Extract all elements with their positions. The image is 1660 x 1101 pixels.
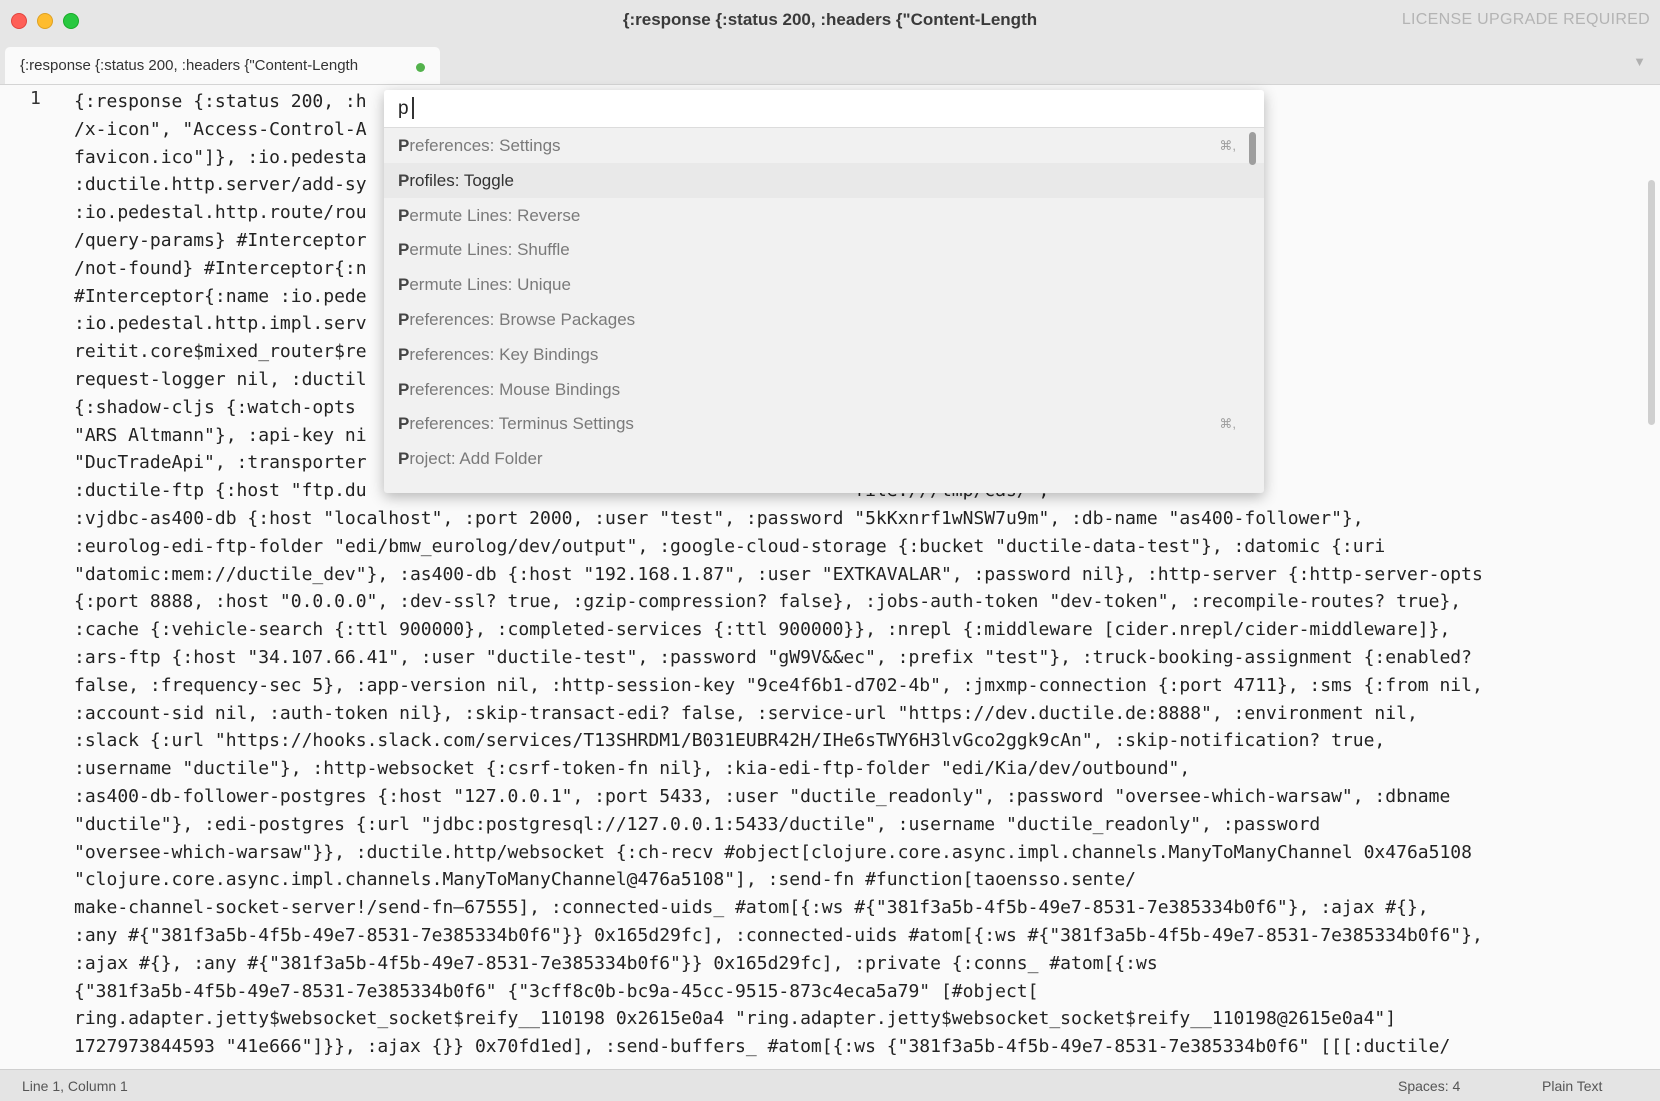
command-palette-item[interactable]: Preferences: Settings ⌘, — [384, 128, 1264, 163]
code-line: "clojure.core.async.impl.channels.ManyTo… — [74, 869, 1137, 891]
command-label-rest: references: Mouse Bindings — [409, 379, 621, 399]
command-label: Preferences: Key Bindings — [398, 345, 598, 365]
code-line: :slack {:url "https://hooks.slack.com/se… — [74, 730, 1386, 752]
command-label-rest: references: Terminus Settings — [409, 414, 634, 434]
command-match-highlight: P — [398, 205, 410, 225]
command-label: Permute Lines: Reverse — [398, 206, 580, 226]
command-label: Preferences: Terminus Settings — [398, 414, 634, 434]
command-match-highlight: P — [398, 275, 410, 295]
code-line: {:port 8888, :host "0.0.0.0", :dev-ssl? … — [74, 591, 1462, 613]
command-palette-item[interactable]: Profiles: Toggle — [384, 162, 1264, 198]
command-label-rest: ermute Lines: Reverse — [409, 205, 581, 225]
command-palette-item[interactable]: Permute Lines: Shuffle — [384, 232, 1264, 267]
command-match-highlight: P — [398, 136, 410, 155]
modified-indicator-icon[interactable] — [416, 63, 425, 72]
command-label: Permute Lines: Shuffle — [398, 240, 570, 260]
tab-label: {:response {:status 200, :headers {"Cont… — [20, 57, 359, 74]
syntax-selector[interactable]: Plain Text — [1542, 1078, 1602, 1094]
code-line: "ductile"}, :edi-postgres {:url "jdbc:po… — [74, 813, 1321, 835]
code-line: :ajax #{}, :any #{"381f3a5b-4f5b-49e7-85… — [74, 952, 1158, 974]
tab-overflow-chevron-down-icon[interactable]: ▼ — [1633, 54, 1646, 69]
command-label-rest: references: Key Bindings — [409, 344, 599, 364]
command-label-rest: references: Browse Packages — [409, 309, 636, 329]
command-match-highlight: P — [398, 344, 410, 364]
command-label-rest: rofiles: Toggle — [409, 170, 514, 190]
vertical-scrollbar[interactable] — [1648, 180, 1655, 425]
command-label-rest: ermute Lines: Unique — [409, 275, 571, 295]
code-line: :eurolog-edi-ftp-folder "edi/bmw_eurolog… — [74, 535, 1386, 557]
cursor-position[interactable]: Line 1, Column 1 — [22, 1078, 128, 1094]
command-palette-query: p — [398, 98, 409, 119]
command-palette-item[interactable]: Preferences: Key Bindings — [384, 337, 1264, 372]
command-palette-item[interactable]: Permute Lines: Unique — [384, 267, 1264, 302]
command-label-rest: roject: Add Folder — [409, 449, 543, 469]
text-caret — [412, 97, 414, 119]
license-notice[interactable]: LICENSE UPGRADE REQUIRED — [1402, 11, 1650, 29]
status-bar: Line 1, Column 1 Spaces: 4 Plain Text — [0, 1069, 1660, 1101]
command-label: Project: Add Folder — [398, 449, 543, 469]
tab-active[interactable]: {:response {:status 200, :headers {"Cont… — [5, 47, 440, 84]
command-palette-results: Preferences: Settings ⌘, Profiles: Toggle P… — [384, 128, 1264, 476]
command-label: Preferences: Browse Packages — [398, 310, 635, 330]
command-match-highlight: P — [398, 449, 410, 469]
command-palette-item[interactable]: Preferences: Browse Packages — [384, 302, 1264, 337]
code-line: "oversee-which-warsaw"}}, :ductile.http/… — [74, 841, 1472, 863]
code-line: :any #{"381f3a5b-4f5b-49e7-8531-7e385334… — [74, 924, 1483, 946]
command-label: Profiles: Toggle — [398, 171, 514, 191]
command-palette: p Preferences: Settings ⌘, Profiles: Toggl… — [384, 90, 1264, 493]
command-palette-item[interactable]: Permute Lines: Reverse — [384, 198, 1264, 233]
indentation-setting[interactable]: Spaces: 4 — [1398, 1078, 1460, 1094]
command-palette-item[interactable]: Preferences: Terminus Settings ⌘, — [384, 406, 1264, 441]
code-line: {"381f3a5b-4f5b-49e7-8531-7e385334b0f6" … — [74, 980, 1039, 1002]
code-line: :cache {:vehicle-search {:ttl 900000}, :… — [74, 619, 1451, 641]
code-line: :ars-ftp {:host "34.107.66.41", :user "d… — [74, 646, 1472, 668]
command-match-highlight: P — [398, 240, 410, 260]
title-bar: {:response {:status 200, :headers {"Cont… — [0, 0, 1660, 40]
code-line: :username "ductile"}, :http-websocket {:… — [74, 758, 1191, 780]
command-palette-item[interactable]: Project: Add Folder — [384, 441, 1264, 476]
line-number: 1 — [30, 88, 41, 109]
command-match-highlight: P — [398, 379, 410, 399]
command-palette-item[interactable]: Preferences: Mouse Bindings — [384, 372, 1264, 407]
palette-scrollbar[interactable] — [1249, 132, 1256, 165]
command-palette-input[interactable]: p — [384, 90, 1264, 128]
code-line: "datomic:mem://ductile_dev"}, :as400-db … — [74, 563, 1483, 585]
command-match-highlight: P — [398, 309, 410, 329]
command-label: Permute Lines: Unique — [398, 275, 571, 295]
command-label-rest: references: Settings — [409, 136, 561, 155]
code-line: make-channel-socket-server!/send-fn—6755… — [74, 897, 1429, 919]
tab-bar: {:response {:status 200, :headers {"Cont… — [0, 40, 1660, 85]
command-label: Preferences: Mouse Bindings — [398, 380, 620, 400]
command-label: Preferences: Settings — [398, 136, 561, 156]
code-line: :account-sid nil, :auth-token nil}, :ski… — [74, 702, 1418, 724]
code-line: false, :frequency-sec 5}, :app-version n… — [74, 674, 1483, 696]
command-shortcut: ⌘, — [1219, 416, 1236, 432]
code-line: 1727973844593 "41e666"]}}, :ajax {}} 0x7… — [74, 1036, 1451, 1058]
command-shortcut: ⌘, — [1219, 138, 1236, 153]
command-label-rest: ermute Lines: Shuffle — [409, 240, 570, 260]
command-match-highlight: P — [398, 170, 410, 190]
code-line: :as400-db-follower-postgres {:host "127.… — [74, 785, 1451, 807]
code-line: :vjdbc-as400-db {:host "localhost", :por… — [74, 507, 1364, 529]
code-line: ring.adapter.jetty$websocket_socket$reif… — [74, 1008, 1397, 1030]
command-match-highlight: P — [398, 414, 410, 434]
